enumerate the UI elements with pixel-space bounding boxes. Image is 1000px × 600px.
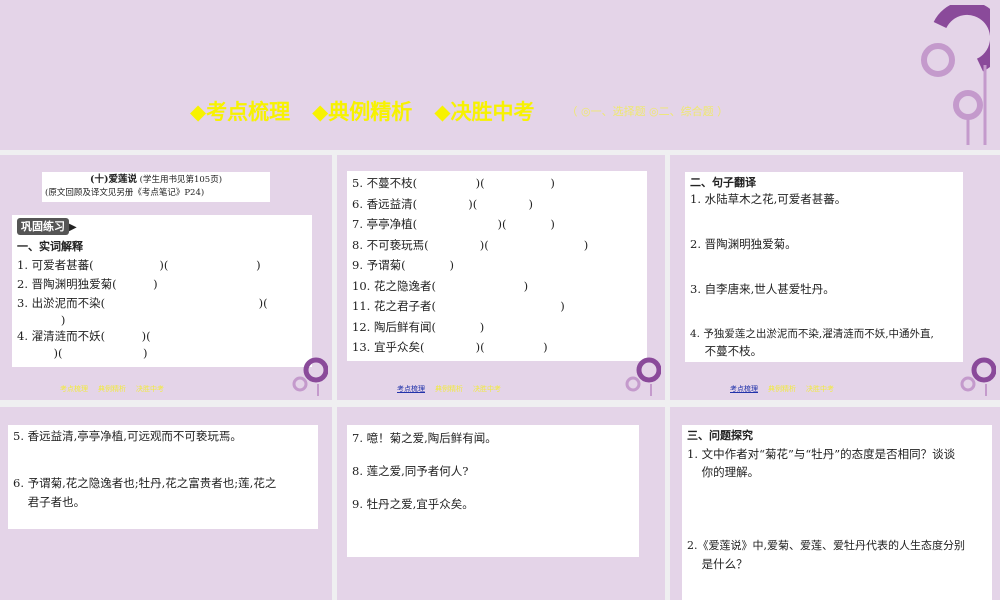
list-item: 11. 花之君子者( ) <box>352 299 565 313</box>
decor-circles-icon <box>292 357 328 396</box>
exercise-card: 巩固练习 ▶ 一、实词解释 1. 可爱者甚蕃( )( ) 2. 晋陶渊明独爱菊( … <box>12 215 312 367</box>
list-item: ) <box>17 313 66 327</box>
list-item: 4. 濯清涟而不妖( )( <box>17 329 151 343</box>
footer-dianli[interactable]: 典例精析 <box>768 384 796 394</box>
play-icon[interactable]: ▶ <box>69 222 77 233</box>
slide-header: ◆考点梳理 ◆典例精析 ◆决胜中考 （ ◎一、选择题 ◎二、综合题 ） <box>0 0 1000 150</box>
list-item: )( ) <box>17 346 148 360</box>
list-item: 9. 牡丹之爱,宜乎众矣。 <box>352 497 474 511</box>
list-item: 你的理解。 <box>687 465 760 479</box>
footer-juesheng[interactable]: 决胜中考 <box>806 384 834 394</box>
nav-dianli[interactable]: ◆典例精析 <box>312 96 412 126</box>
nav-sub[interactable]: （ ◎一、选择题 ◎二、综合题 ） <box>566 103 728 119</box>
footer-nav: 考点梳理 典例精析 决胜中考 <box>730 384 834 394</box>
section-heading: 三、问题探究 <box>687 429 753 442</box>
decor-circles-icon <box>625 357 661 396</box>
footer-dianli[interactable]: 典例精析 <box>98 384 126 394</box>
list-item: 7. 噫！菊之爱,陶后鲜有闻。 <box>352 431 497 445</box>
list-item: 不蔓不枝。 <box>690 344 763 358</box>
translation-card: 二、句子翻译 1. 水陆草木之花,可爱者甚蕃。 2. 晋陶渊明独爱菊。 3. 自… <box>685 172 963 362</box>
title-card: (十)爱莲说 (学生用书见第105页) (原文回顾及译文见另册《考点笔记》P24… <box>42 172 270 202</box>
list-item: 8. 莲之爱,同予者何人? <box>352 464 469 478</box>
exercise-card: 5. 不蔓不枝( )( ) 6. 香远益清( )( ) 7. 亭亭净植( )( … <box>347 171 647 361</box>
lesson-note: (学生用书见第105页) <box>139 175 223 185</box>
slide-panel-4: 5. 香远益清,亭亭净植,可远观而不可亵玩焉。 6. 予谓菊,花之隐逸者也;牡丹… <box>0 407 332 600</box>
footer-juesheng[interactable]: 决胜中考 <box>473 384 501 394</box>
practice-tag: 巩固练习 <box>17 218 69 235</box>
translation-card: 5. 香远益清,亭亭净植,可远观而不可亵玩焉。 6. 予谓菊,花之隐逸者也;牡丹… <box>8 425 318 529</box>
list-item: 7. 亭亭净植( )( ) <box>352 217 555 231</box>
list-item: 5. 不蔓不枝( )( ) <box>352 176 555 190</box>
nav-kaodian[interactable]: ◆考点梳理 <box>190 96 290 126</box>
top-nav: ◆考点梳理 ◆典例精析 ◆决胜中考 （ ◎一、选择题 ◎二、综合题 ） <box>190 96 728 126</box>
list-item: 2.《爱莲说》中,爱菊、爱莲、爱牡丹代表的人生态度分别 <box>687 539 965 552</box>
list-item: 3. 出淤泥而不染( )( <box>17 296 268 310</box>
footer-juesheng[interactable]: 决胜中考 <box>136 384 164 394</box>
footer-dianli[interactable]: 典例精析 <box>435 384 463 394</box>
list-item: 6. 予谓菊,花之隐逸者也;牡丹,花之富贵者也;莲,花之 <box>13 476 277 490</box>
footer-kaodian[interactable]: 考点梳理 <box>730 384 758 394</box>
list-item: 8. 不可亵玩焉( )( ) <box>352 237 589 252</box>
list-item: 2. 晋陶渊明独爱菊( ) <box>17 277 158 291</box>
slide-panel-2: 5. 不蔓不枝( )( ) 6. 香远益清( )( ) 7. 亭亭净植( )( … <box>337 155 665 400</box>
list-item: 12. 陶后鲜有闻( ) <box>352 319 485 334</box>
footer-kaodian[interactable]: 考点梳理 <box>60 384 88 394</box>
nav-juesheng[interactable]: ◆决胜中考 <box>434 96 534 126</box>
lesson-ref: (原文回顾及译文见另册《考点笔记》P24) <box>45 188 205 198</box>
list-item: 4. 予独爱莲之出淤泥而不染,濯清涟而不妖,中通外直, <box>690 328 934 340</box>
lesson-title: (十)爱莲说 <box>89 174 137 185</box>
translation-card: 7. 噫！菊之爱,陶后鲜有闻。 8. 莲之爱,同予者何人? 9. 牡丹之爱,宜乎… <box>347 425 639 557</box>
list-item: 1. 水陆草木之花,可爱者甚蕃。 <box>690 192 847 206</box>
footer-kaodian[interactable]: 考点梳理 <box>397 384 425 394</box>
list-item: 13. 宜乎众矣( )( ) <box>352 340 548 354</box>
question-card: 三、问题探究 1. 文中作者对“菊花”与“牡丹”的态度是否相同？谈谈 你的理解。… <box>682 425 992 600</box>
slide-panel-6: 三、问题探究 1. 文中作者对“菊花”与“牡丹”的态度是否相同？谈谈 你的理解。… <box>670 407 1000 600</box>
footer-nav: 考点梳理 典例精析 决胜中考 <box>397 384 501 394</box>
decor-circles-icon <box>921 5 990 145</box>
list-item: 君子者也。 <box>13 495 86 509</box>
slide-panel-1: (十)爱莲说 (学生用书见第105页) (原文回顾及译文见另册《考点笔记》P24… <box>0 155 332 400</box>
slide-panel-3: 二、句子翻译 1. 水陆草木之花,可爱者甚蕃。 2. 晋陶渊明独爱菊。 3. 自… <box>670 155 1000 400</box>
slide-panel-5: 7. 噫！菊之爱,陶后鲜有闻。 8. 莲之爱,同予者何人? 9. 牡丹之爱,宜乎… <box>337 407 665 600</box>
decor-circles-icon <box>960 357 996 396</box>
list-item: 3. 自李唐来,世人甚爱牡丹。 <box>690 282 835 296</box>
list-item: 1. 可爱者甚蕃( )( ) <box>17 258 261 272</box>
list-item: 9. 予谓菊( ) <box>352 258 454 272</box>
section-heading: 二、句子翻译 <box>690 176 756 189</box>
list-item: 1. 文中作者对“菊花”与“牡丹”的态度是否相同？谈谈 <box>687 447 956 461</box>
footer-nav: 考点梳理 典例精析 决胜中考 <box>60 384 164 394</box>
section-heading: 一、实词解释 <box>17 240 83 253</box>
list-item: 5. 香远益清,亭亭净植,可远观而不可亵玩焉。 <box>13 429 242 443</box>
list-item: 6. 香远益清( )( ) <box>352 196 533 211</box>
list-item: 2. 晋陶渊明独爱菊。 <box>690 237 797 251</box>
list-item: 10. 花之隐逸者( ) <box>352 278 529 293</box>
list-item: 是什么？ <box>687 557 748 571</box>
